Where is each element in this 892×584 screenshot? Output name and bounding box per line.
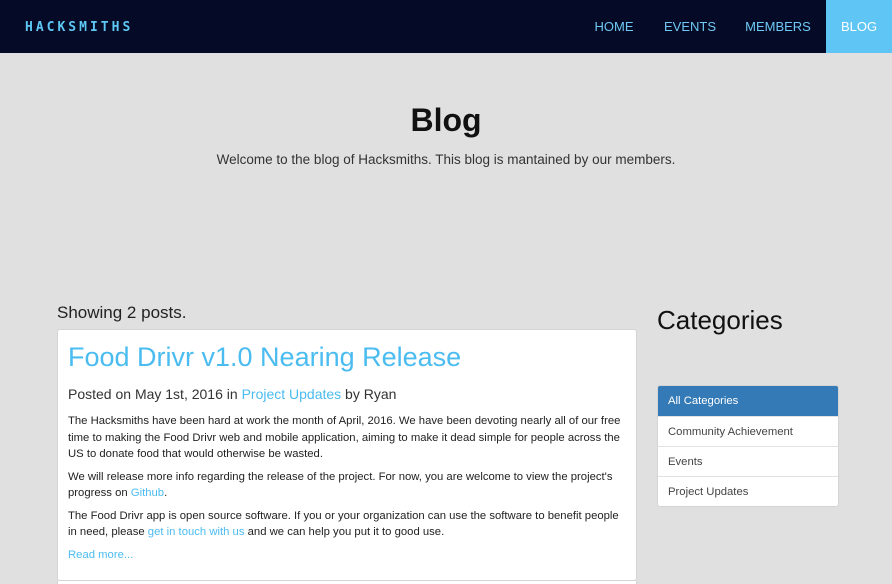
category-project-updates[interactable]: Project Updates bbox=[658, 476, 838, 506]
post-body: The Hacksmiths have been hard at work th… bbox=[68, 413, 623, 547]
post-paragraph-3: The Food Drivr app is open source softwa… bbox=[68, 508, 623, 541]
post-count: Showing 2 posts. bbox=[57, 303, 187, 322]
categories-heading: Categories bbox=[657, 305, 783, 335]
nav-home[interactable]: HOME bbox=[586, 0, 642, 53]
nav-events[interactable]: EVENTS bbox=[657, 0, 723, 53]
post-meta-prefix: Posted on May 1st, 2016 in bbox=[68, 386, 242, 402]
post-category-link[interactable]: Project Updates bbox=[242, 386, 342, 402]
nav-members[interactable]: MEMBERS bbox=[738, 0, 818, 53]
read-more-link[interactable]: Read more... bbox=[68, 549, 133, 561]
post-paragraph-1: The Hacksmiths have been hard at work th… bbox=[68, 415, 621, 460]
category-list: All Categories Community Achievement Eve… bbox=[657, 385, 839, 507]
contact-link[interactable]: get in touch with us bbox=[148, 526, 245, 538]
post-paragraph-3-end: and we can help you put it to good use. bbox=[244, 526, 445, 538]
nav-blog[interactable]: BLOG bbox=[826, 0, 892, 53]
github-link[interactable]: Github bbox=[131, 487, 164, 499]
post-title-link[interactable]: Food Drivr v1.0 Nearing Release bbox=[68, 342, 461, 373]
post-meta: Posted on May 1st, 2016 in Project Updat… bbox=[68, 386, 396, 402]
post-paragraph-2-end: . bbox=[164, 487, 168, 499]
page-title: Blog bbox=[410, 102, 482, 138]
category-events[interactable]: Events bbox=[658, 446, 838, 476]
category-community-achievement[interactable]: Community Achievement bbox=[658, 416, 838, 446]
page-subtitle: Welcome to the blog of Hacksmiths. This … bbox=[216, 152, 676, 167]
post-meta-author: by Ryan bbox=[341, 386, 397, 402]
top-navbar: HACKSMITHS HOME EVENTS MEMBERS BLOG bbox=[0, 0, 892, 53]
post-paragraph-2: We will release more info regarding the … bbox=[68, 469, 623, 502]
hacksmiths-logo[interactable]: HACKSMITHS bbox=[25, 18, 133, 36]
post-card: Food Drivr v1.0 Nearing Release Posted o… bbox=[57, 329, 637, 581]
category-all[interactable]: All Categories bbox=[658, 386, 838, 416]
